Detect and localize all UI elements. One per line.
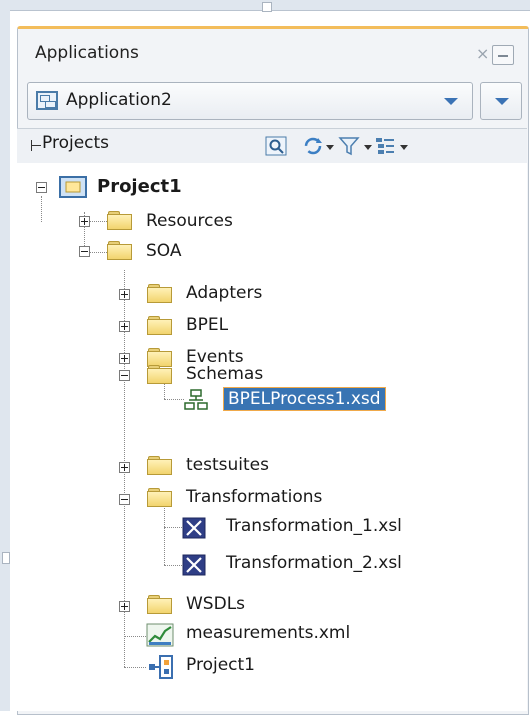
working-sets-icon[interactable] — [265, 136, 287, 156]
sync-icon[interactable] — [302, 136, 324, 156]
display-options-icon[interactable] — [374, 136, 396, 156]
tree-item-transformation-1[interactable]: Transformation_1.xsl — [226, 516, 402, 536]
expand-toggle[interactable] — [79, 216, 90, 227]
xsd-schema-icon — [184, 389, 208, 410]
expand-toggle[interactable] — [119, 353, 130, 364]
tree-line — [164, 565, 182, 566]
folder-icon — [107, 241, 133, 261]
project-icon — [59, 176, 87, 198]
folder-icon — [107, 211, 133, 231]
tree-item-transformations[interactable]: Transformations — [186, 487, 322, 507]
xsl-transformation-icon — [182, 554, 206, 576]
measurements-chart-icon — [146, 623, 174, 647]
folder-icon — [147, 595, 173, 615]
tree-item-schemas[interactable]: Schemas — [186, 364, 263, 384]
expand-toggle[interactable] — [119, 601, 130, 612]
expand-toggle[interactable] — [119, 462, 130, 473]
tree-line — [164, 527, 182, 528]
collapse-projects-icon[interactable] — [31, 145, 41, 146]
tree-item-project1[interactable]: Project1 — [97, 176, 182, 197]
tree-line — [164, 399, 184, 400]
tree-item-testsuites[interactable]: testsuites — [186, 455, 269, 475]
collapse-projects-icon-bar — [31, 140, 32, 151]
top-resize-handle[interactable] — [262, 2, 272, 12]
collapse-toggle[interactable] — [79, 246, 90, 257]
folder-icon — [147, 488, 173, 508]
filter-icon[interactable] — [338, 136, 360, 156]
window-left-edge — [0, 10, 10, 711]
projects-label[interactable]: Projects — [42, 133, 109, 153]
tree-item-bpel[interactable]: BPEL — [186, 315, 228, 335]
collapse-toggle[interactable] — [119, 370, 130, 381]
folder-icon — [147, 365, 173, 385]
minimize-button[interactable] — [492, 45, 514, 65]
minimize-icon — [498, 55, 508, 57]
tree-item-resources[interactable]: Resources — [146, 211, 233, 231]
sync-dropdown-icon[interactable] — [326, 145, 334, 150]
folder-icon — [147, 284, 173, 304]
folder-icon — [147, 316, 173, 336]
chevron-down-icon — [495, 98, 509, 105]
application-icon — [36, 91, 58, 110]
xsl-transformation-icon — [182, 517, 206, 539]
tree-item-soa[interactable]: SOA — [146, 241, 182, 261]
expand-toggle[interactable] — [119, 321, 130, 332]
tree-line — [124, 636, 146, 637]
chevron-down-icon — [444, 98, 458, 105]
collapse-toggle[interactable] — [36, 182, 47, 193]
composite-icon — [149, 655, 173, 679]
expand-toggle[interactable] — [119, 289, 130, 300]
folder-icon — [147, 456, 173, 476]
tree-item-adapters[interactable]: Adapters — [186, 283, 262, 303]
collapse-toggle[interactable] — [119, 494, 130, 505]
left-resize-handle[interactable] — [2, 552, 10, 564]
tree-line — [89, 252, 107, 253]
tree-item-measurements[interactable]: measurements.xml — [186, 623, 350, 643]
display-options-dropdown-icon[interactable] — [400, 145, 408, 150]
application-selector-value: Application2 — [66, 90, 172, 110]
application-menu-button[interactable] — [480, 82, 522, 120]
tree-item-composite-project1[interactable]: Project1 — [186, 655, 255, 675]
tree-line — [89, 221, 107, 222]
panel-title: Applications — [35, 43, 139, 63]
tree-line — [41, 196, 42, 222]
tree-line — [164, 500, 165, 565]
filter-dropdown-icon[interactable] — [364, 145, 372, 150]
tree-item-wsdls[interactable]: WSDLs — [186, 594, 245, 614]
tree-item-transformation-2[interactable]: Transformation_2.xsl — [226, 553, 402, 573]
close-icon[interactable]: × — [476, 44, 489, 63]
tree-item-bpelprocess1-xsd[interactable]: BPELProcess1.xsd — [223, 387, 386, 411]
tree-line — [124, 667, 146, 668]
